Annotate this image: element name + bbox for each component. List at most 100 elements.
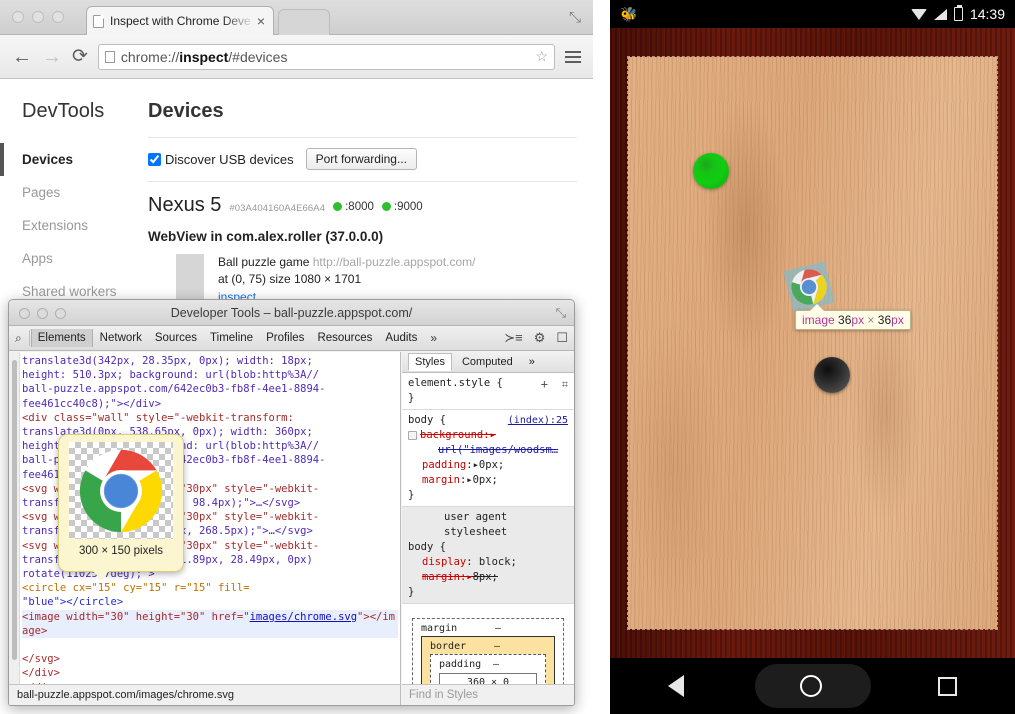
sidebar-item-devices[interactable]: Devices [0,143,130,176]
dom-line[interactable]: <circle cx="15" cy="15" r="15" fill= [22,582,250,594]
box-padding-value: – [493,659,537,670]
box-margin-value: – [495,623,555,634]
new-tab-button[interactable] [278,9,330,35]
declaration-padding[interactable]: padding:▸0px; [408,458,568,473]
discover-usb-label: Discover USB devices [165,152,294,167]
back-icon[interactable] [668,675,684,697]
expand-window-icon[interactable]: ⤡ [567,10,583,26]
sidebar-item-extensions[interactable]: Extensions [0,209,130,242]
tabs-overflow-icon[interactable]: » [424,331,443,345]
declaration-background[interactable]: background:▸ [408,428,568,443]
prop-margin-name: margin [422,474,460,486]
recents-icon[interactable] [938,677,957,696]
bookmark-star-icon[interactable]: ☆ [535,48,548,65]
box-border-value: – [494,641,546,652]
element-style-selector: element.style { [408,377,503,389]
devtools-toolbar-actions: ≻≡ ⚙ ☐ [504,330,568,346]
back-icon[interactable]: ← [12,47,32,67]
dom-selected-node[interactable]: <image width="30" height="30" href="imag… [22,610,398,638]
address-bar[interactable]: chrome://inspect/#devices ☆ [98,44,555,70]
port-forwarding-button[interactable]: Port forwarding... [306,148,417,170]
element-picker-icon[interactable]: ⌗ [562,377,568,392]
tab-sources[interactable]: Sources [149,329,203,347]
target-line-2: at (0, 75) size 1080 × 1701 [218,271,476,288]
tab-strip: Inspect with Chrome Deve × ⤡ [0,0,593,35]
declaration-margin[interactable]: margin:▸0px; [408,473,568,488]
tab-network[interactable]: Network [94,329,148,347]
discover-usb-devices-checkbox[interactable]: Discover USB devices [148,152,294,167]
tab-elements[interactable]: Elements [31,329,93,347]
ua-rule-close: } [408,585,568,600]
styles-pane: Styles Computed » element.style { + ⌗ } … [402,352,574,705]
box-model-diagram[interactable]: margin – border – padding – [402,604,574,695]
style-source-link[interactable]: (index):25 [508,413,568,428]
port-8000: :8000 [333,201,374,213]
document-icon [105,51,115,63]
close-window-button[interactable] [12,11,24,23]
close-tab-icon[interactable]: × [255,14,267,28]
window-traffic-lights[interactable] [12,11,64,23]
dom-selected-text: <image width="30" height="30" href=" [22,611,250,623]
page-title: Devices [148,100,577,123]
minimize-window-button[interactable] [32,11,44,23]
prop-ua-margin-name: margin [422,571,460,583]
discover-usb-checkbox-input[interactable] [148,153,161,166]
maximize-window-button[interactable] [52,11,64,23]
tab-profiles[interactable]: Profiles [260,329,310,347]
link-status-bar: ball-puzzle.appspot.com/images/chrome.sv… [9,684,401,705]
declaration-toggle-checkbox[interactable] [408,431,417,440]
gear-icon[interactable]: ⚙ [534,330,546,346]
body-rule[interactable]: body { (index):25 background:▸ url("imag… [402,410,574,507]
tab-audits[interactable]: Audits [379,329,423,347]
android-status-bar: 🐝 14:39 [610,0,1015,28]
tab-resources[interactable]: Resources [311,329,378,347]
dom-line[interactable]: <div class="wall" style="-webkit-transfo… [22,412,294,424]
status-clock: 14:39 [970,6,1005,22]
prop-padding-name: padding [422,459,466,471]
divider-top [148,137,577,138]
tab-timeline[interactable]: Timeline [204,329,259,347]
device-mode-icon[interactable]: ☐ [556,330,568,346]
game-viewport[interactable]: image 36px × 36px [610,28,1015,658]
sidebar-item-pages[interactable]: Pages [0,176,130,209]
devtools-close-button[interactable] [19,308,30,319]
dock-icon[interactable]: ≻≡ [504,330,522,346]
element-style-rule[interactable]: element.style { + ⌗ } [402,373,574,410]
dom-line[interactable]: </svg> [22,653,60,665]
tab-title: Inspect with Chrome Deve [110,14,255,28]
inspect-main: Devices Discover USB devices Port forwar… [130,80,593,306]
styles-tabs-overflow-icon[interactable]: » [523,354,541,370]
webview-title: WebView in com.alex.roller (37.0.0.0) [148,229,577,244]
body-rule-close: } [408,488,568,503]
reload-icon[interactable]: ⟳ [72,45,88,68]
dom-selected-href-link[interactable]: images/chrome.svg [250,611,357,623]
find-in-styles-input[interactable]: Find in Styles [402,684,574,705]
home-icon[interactable] [800,675,822,697]
tab-computed[interactable]: Computed [456,354,519,370]
prop-ua-margin-value: 8px; [473,571,498,583]
declaration-background-value[interactable]: url("images/woodsm… [408,443,568,458]
add-rule-icon[interactable]: + [541,377,548,392]
game-board[interactable]: image 36px × 36px [628,57,997,629]
chrome-logo-icon [79,449,163,533]
status-system-icons: 14:39 [911,6,1005,22]
browser-tab[interactable]: Inspect with Chrome Deve × [86,6,274,35]
dom-line[interactable]: </div> [22,667,60,679]
tab-styles[interactable]: Styles [408,353,452,371]
user-agent-rule: user agent stylesheet body { display: bl… [402,507,574,604]
dom-line: "blue"></circle> [22,596,123,608]
dark-ball[interactable] [814,357,850,393]
devtools-traffic-lights[interactable] [19,308,66,319]
dom-scrollbar[interactable] [9,352,20,705]
device-serial: #03A404160A4E66A4 [229,203,325,214]
devtools-expand-icon[interactable]: ⤡ [556,305,566,321]
url-host: inspect [179,49,228,65]
devtools-maximize-button[interactable] [55,308,66,319]
address-bar-text: chrome://inspect/#devices [121,49,530,65]
green-ball[interactable] [693,153,729,189]
devtools-minimize-button[interactable] [37,308,48,319]
menu-icon[interactable] [565,51,581,63]
sidebar-item-apps[interactable]: Apps [0,242,130,275]
android-device-screen: 🐝 14:39 [610,0,1015,714]
search-icon[interactable]: ⌕ [15,331,28,346]
